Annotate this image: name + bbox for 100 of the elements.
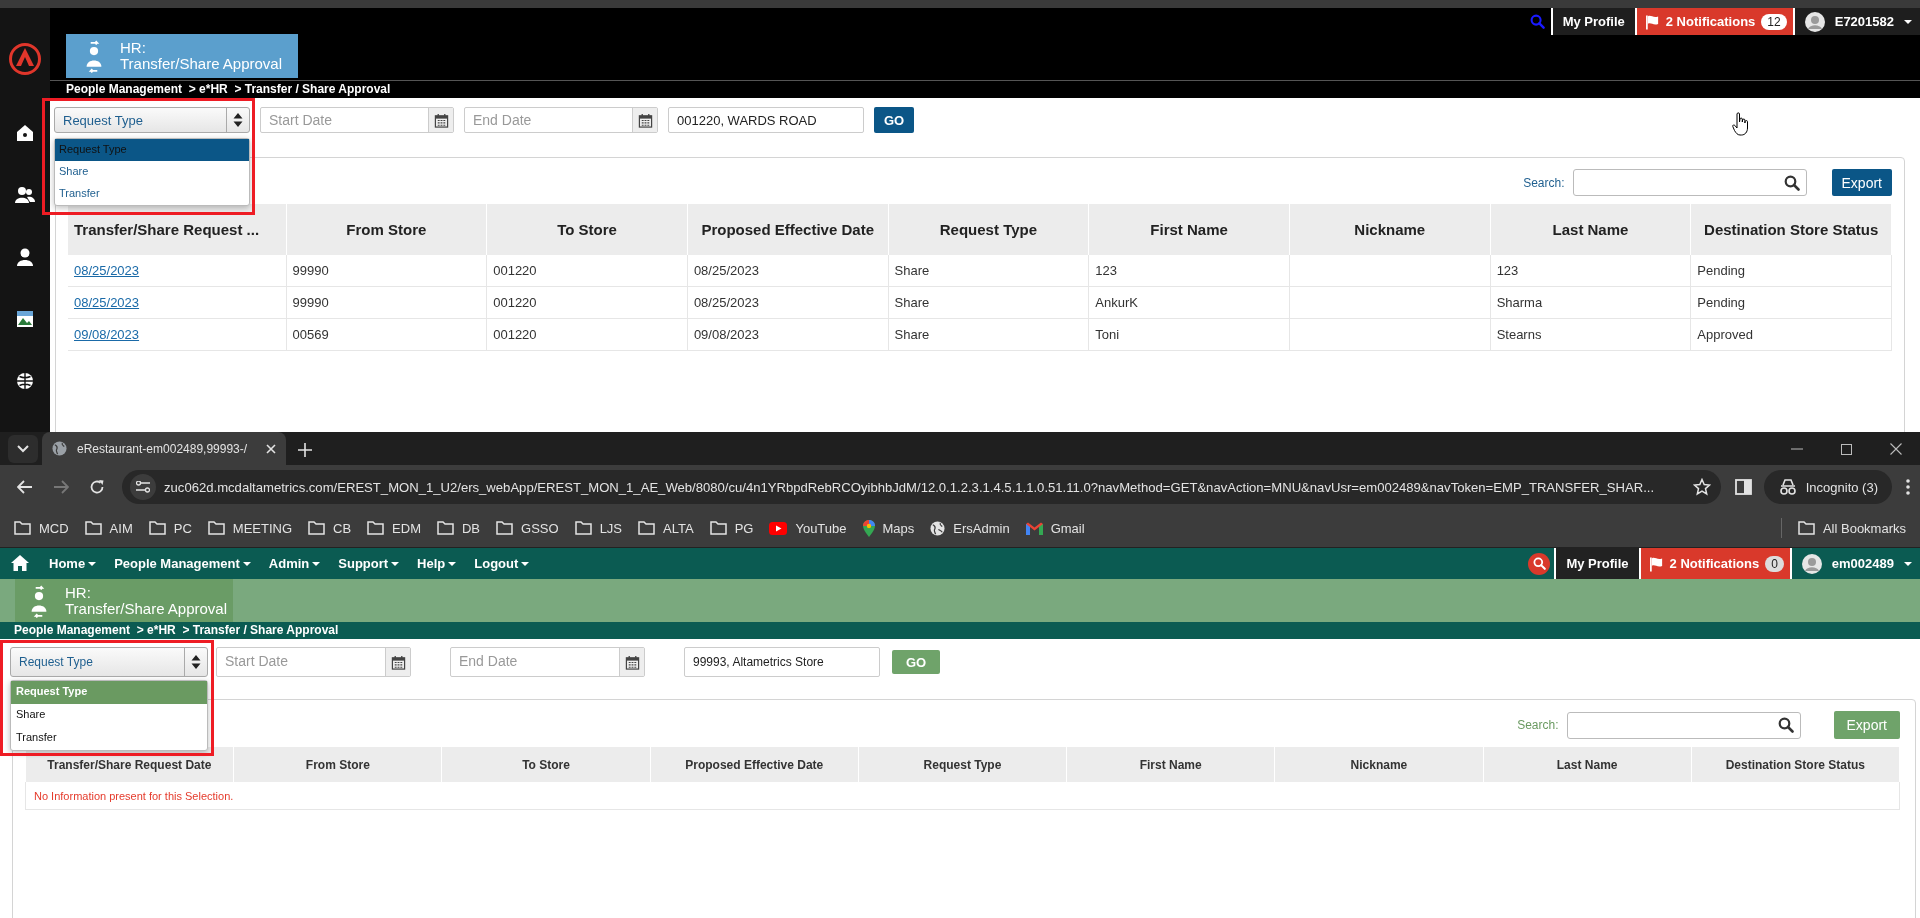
dropdown-option[interactable]: Transfer bbox=[55, 183, 249, 205]
table-cell: Pending bbox=[1697, 263, 1746, 278]
sort-arrows-icon bbox=[233, 112, 243, 128]
profile-link[interactable]: My Profile bbox=[1552, 8, 1637, 35]
notifications-button[interactable]: 2 Notifications 12 bbox=[1636, 8, 1795, 35]
more-menu-icon[interactable] bbox=[1906, 479, 1910, 495]
date-picker[interactable]: Start Date bbox=[260, 107, 454, 133]
bookmark[interactable]: ALTA bbox=[630, 514, 702, 542]
column-header: Destination Store Status bbox=[1691, 747, 1900, 782]
date-picker[interactable]: Start Date bbox=[216, 647, 411, 677]
bookmark[interactable]: Maps bbox=[854, 514, 923, 542]
new-tab-icon[interactable] bbox=[298, 443, 312, 457]
hand-cursor-icon bbox=[1732, 112, 1750, 136]
home-icon[interactable] bbox=[16, 124, 34, 142]
bookmark[interactable]: MEETING bbox=[199, 514, 301, 542]
search-icon[interactable] bbox=[1529, 14, 1545, 29]
tab-search-button[interactable] bbox=[8, 435, 38, 463]
date-link[interactable]: 09/08/2023 bbox=[74, 327, 140, 342]
dropdown-option[interactable]: Share bbox=[11, 704, 207, 727]
table-cell: Share bbox=[894, 327, 930, 342]
back-arrow-icon[interactable] bbox=[17, 480, 33, 494]
dropdown-option[interactable]: Share bbox=[55, 161, 249, 183]
star-icon[interactable] bbox=[1692, 478, 1711, 496]
menu-item[interactable]: Admin bbox=[259, 556, 330, 571]
calendar-icon[interactable] bbox=[433, 112, 449, 128]
logo-icon bbox=[8, 42, 42, 76]
incognito-button[interactable]: Incognito (3) bbox=[1763, 470, 1892, 504]
date-field[interactable]: End Date bbox=[451, 648, 619, 676]
address-bar[interactable] bbox=[122, 470, 1721, 504]
store-field[interactable]: 001220, WARDS ROAD bbox=[669, 108, 863, 132]
close-icon[interactable] bbox=[266, 443, 276, 454]
menu-item[interactable]: Support bbox=[329, 556, 409, 571]
request-type-dropdown[interactable]: Request Type bbox=[54, 107, 250, 133]
sort-arrows-icon bbox=[191, 654, 201, 670]
image-icon[interactable] bbox=[16, 310, 34, 328]
dropdown-option[interactable]: Transfer bbox=[11, 727, 207, 750]
user-menu[interactable]: E7201582 bbox=[1794, 8, 1920, 35]
avatar-icon bbox=[1804, 11, 1825, 32]
bookmark[interactable]: PC bbox=[140, 514, 200, 542]
table-cell: 001220 bbox=[493, 327, 537, 342]
forward-arrow-icon[interactable] bbox=[53, 480, 69, 494]
reload-icon[interactable] bbox=[89, 479, 105, 495]
caret-icon bbox=[448, 561, 457, 566]
column-header: Request Type bbox=[858, 747, 1067, 782]
date-field[interactable]: End Date bbox=[465, 108, 632, 132]
browser-tab[interactable]: eRestaurant-em002489,99993-/ bbox=[42, 432, 286, 465]
bookmark[interactable]: CB bbox=[300, 514, 360, 542]
store-field[interactable]: 99993, Altametrics Store bbox=[685, 648, 879, 676]
bookmark[interactable]: PG bbox=[701, 514, 762, 542]
menu-item[interactable]: People Management bbox=[105, 556, 260, 571]
menu-item[interactable]: Help bbox=[408, 556, 466, 571]
bookmark[interactable]: GSSO bbox=[488, 514, 567, 542]
date-field[interactable]: Start Date bbox=[261, 108, 428, 132]
globe-icon[interactable] bbox=[16, 372, 34, 390]
folder-icon bbox=[308, 521, 326, 535]
bookmark[interactable]: ErsAdmin bbox=[922, 514, 1018, 542]
column-header: Transfer/Share Request ... bbox=[68, 204, 286, 255]
close-icon[interactable] bbox=[1890, 443, 1902, 455]
bookmark[interactable]: DB bbox=[429, 514, 489, 542]
chevron-down-icon bbox=[17, 445, 29, 453]
date-picker[interactable]: End Date bbox=[464, 107, 658, 133]
users-icon[interactable] bbox=[15, 186, 35, 204]
profile-link[interactable]: My Profile bbox=[1556, 548, 1641, 579]
table-cell: Share bbox=[894, 295, 930, 310]
table-cell: 001220 bbox=[493, 263, 537, 278]
table-cell: 00569 bbox=[292, 327, 329, 342]
search-field[interactable] bbox=[1572, 169, 1807, 196]
notifications-button[interactable]: 2 Notifications 0 bbox=[1640, 548, 1792, 579]
bookmark[interactable]: Gmail bbox=[1017, 514, 1093, 542]
request-type-dropdown[interactable]: Request Type bbox=[10, 647, 208, 677]
user-icon[interactable] bbox=[17, 248, 33, 266]
menu-item[interactable]: Logout bbox=[465, 556, 539, 571]
bookmark[interactable]: YouTube bbox=[761, 514, 855, 542]
bookmark[interactable]: LJS bbox=[566, 514, 631, 542]
date-link[interactable]: 08/25/2023 bbox=[74, 263, 140, 278]
site-settings-icon[interactable] bbox=[136, 481, 150, 493]
menu-item[interactable]: Home bbox=[40, 556, 106, 571]
calendar-icon[interactable] bbox=[637, 112, 653, 128]
search-field[interactable] bbox=[1566, 711, 1801, 739]
home-icon[interactable] bbox=[10, 554, 30, 572]
date-link[interactable]: 08/25/2023 bbox=[74, 295, 140, 310]
side-panel-icon[interactable] bbox=[1734, 479, 1752, 495]
calendar-icon[interactable] bbox=[390, 654, 406, 670]
search-button[interactable] bbox=[1528, 552, 1551, 575]
date-field[interactable]: Start Date bbox=[217, 648, 385, 676]
search-label: Search: bbox=[1523, 175, 1565, 190]
date-picker[interactable]: End Date bbox=[450, 647, 645, 677]
export-button[interactable]: Export bbox=[1831, 169, 1892, 196]
bookmark[interactable]: EDM bbox=[359, 514, 429, 542]
go-button[interactable]: GO bbox=[874, 107, 915, 133]
all-bookmarks-button[interactable]: All Bookmarks bbox=[1789, 514, 1914, 542]
folder-icon bbox=[437, 521, 454, 535]
calendar-icon[interactable] bbox=[624, 654, 640, 670]
maximize-icon[interactable] bbox=[1841, 443, 1852, 455]
folder-icon bbox=[84, 521, 102, 535]
bookmark[interactable]: MCD bbox=[6, 514, 77, 542]
bookmark[interactable]: AIM bbox=[76, 514, 141, 542]
notification-count: 12 bbox=[1761, 13, 1787, 30]
table-cell: Toni bbox=[1095, 327, 1120, 342]
breadcrumb: People Management > e*HR > Transfer / Share Approval bbox=[66, 82, 391, 96]
